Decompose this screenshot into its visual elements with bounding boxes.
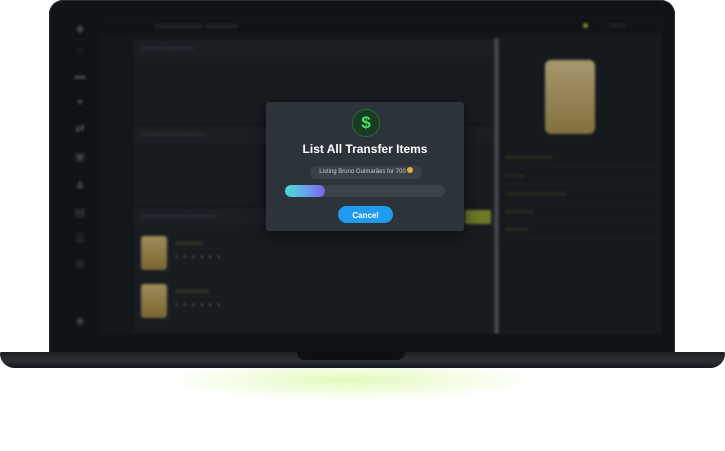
laptop-screen: ◆ ⌂ ▬ ● ⇄ ▣ ♟ ▤ ☰ ⚙ ◉ ▭▭▭▭▭▭ ▭▭▭▭ ▭▭▭ ▭▭… <box>61 18 662 334</box>
cancel-button[interactable]: Cancel <box>338 206 393 223</box>
dollar-icon: $ <box>352 109 380 137</box>
status-pill: Listing Bruno Guimarães for 700 <box>310 166 422 179</box>
status-text: Listing Bruno Guimarães for 700 <box>319 169 406 175</box>
coin-icon <box>406 167 413 174</box>
progress-bar <box>285 185 445 197</box>
laptop-notch <box>297 352 405 360</box>
modal-title: List All Transfer Items <box>302 142 428 156</box>
progress-fill <box>285 185 325 197</box>
list-all-modal: $ List All Transfer Items Listing Bruno … <box>266 102 464 231</box>
